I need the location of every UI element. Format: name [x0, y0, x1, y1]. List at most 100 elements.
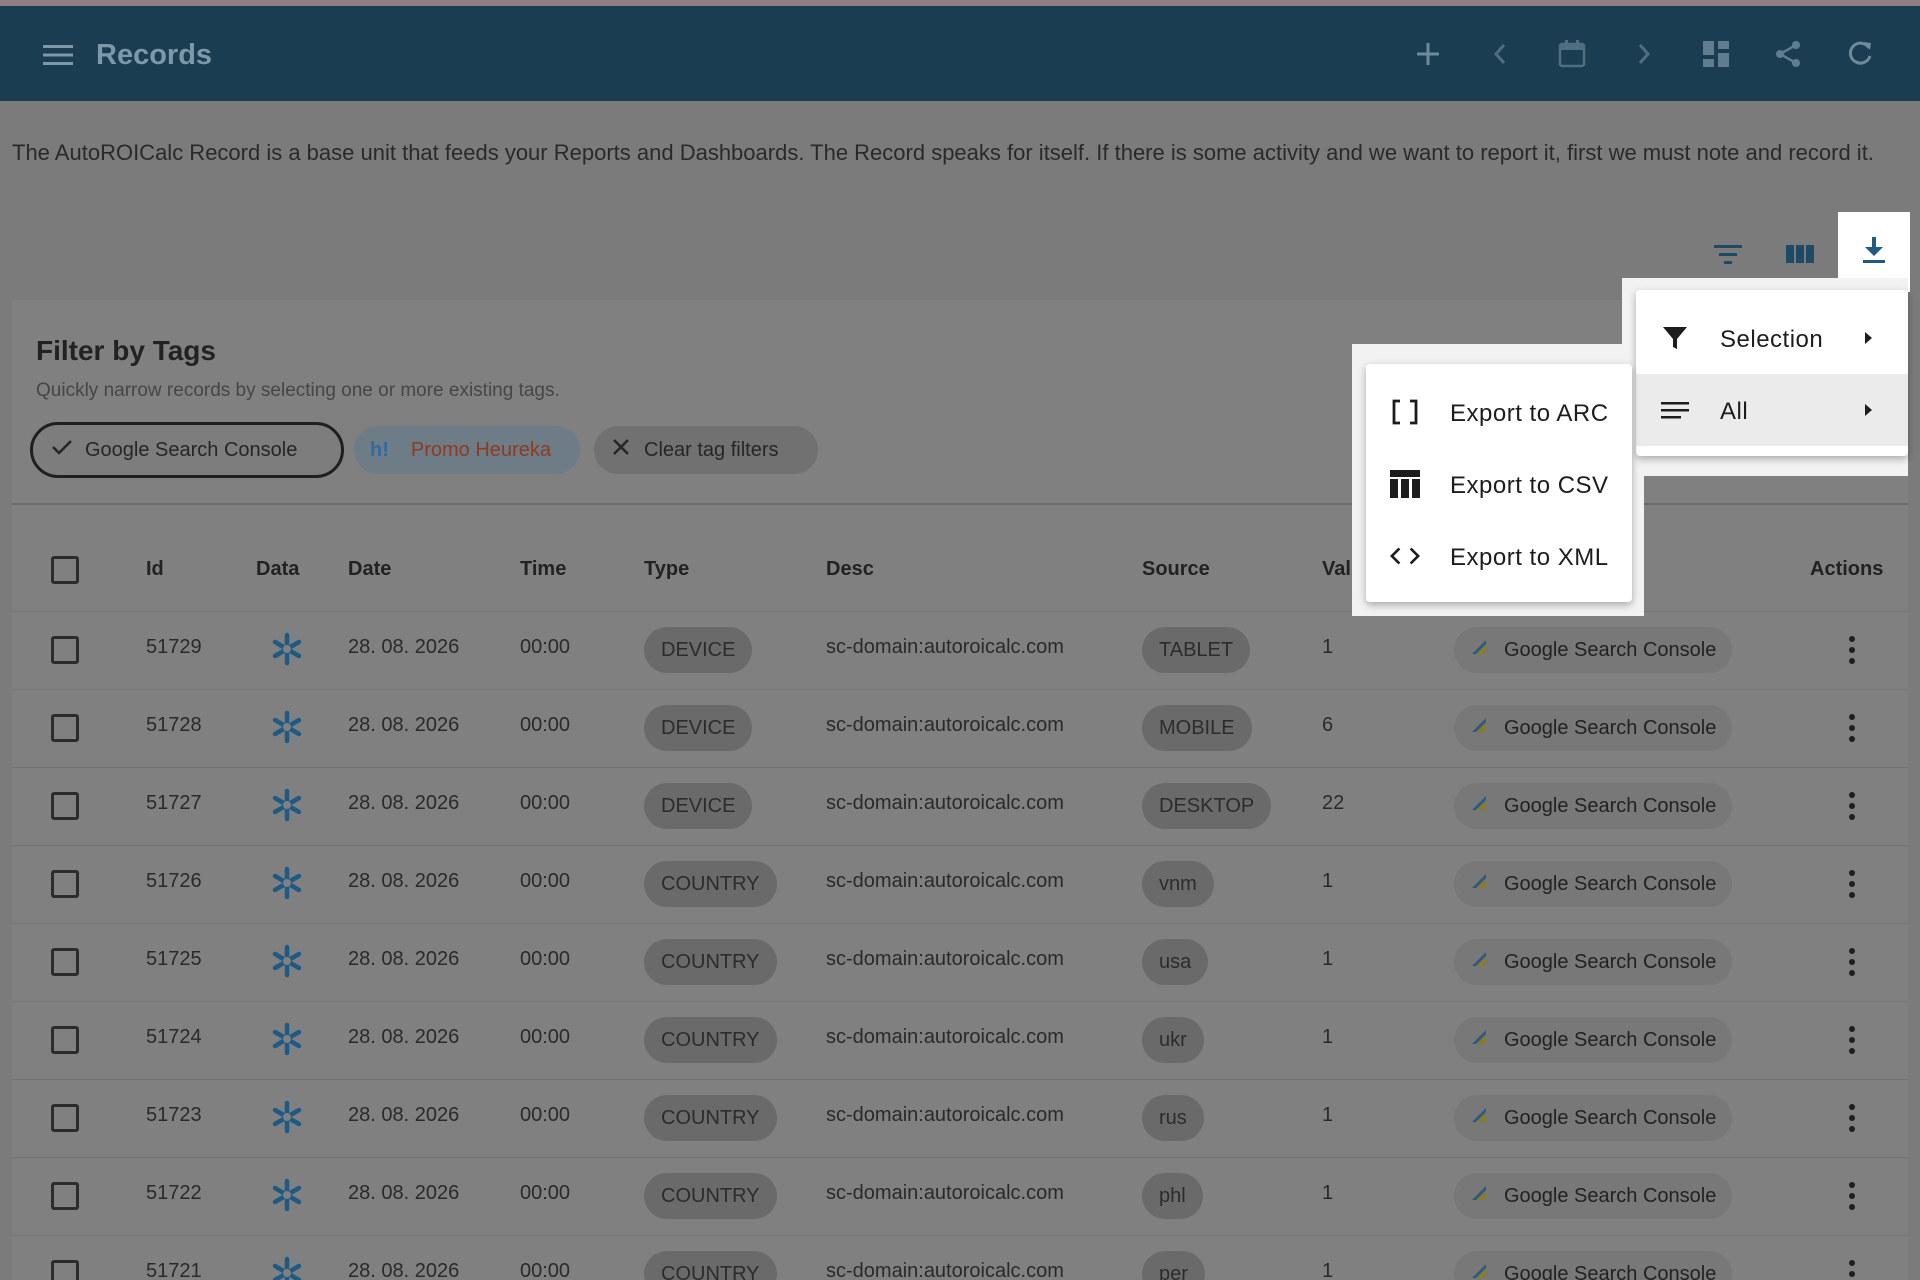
more-actions-icon[interactable]	[1842, 1102, 1862, 1134]
google-search-console-icon	[1470, 638, 1488, 662]
table-row[interactable]: 51727 28. 08. 2026 00:00 DEVICE sc-domai…	[12, 767, 1908, 845]
more-actions-icon[interactable]	[1842, 712, 1862, 744]
clear-tag-filters-button[interactable]: Clear tag filters	[594, 426, 818, 474]
calendar-icon[interactable]	[1554, 36, 1590, 72]
column-header-date[interactable]: Date	[348, 558, 391, 581]
tag-badge[interactable]: Google Search Console	[1454, 1251, 1733, 1280]
column-header-id[interactable]: Id	[146, 558, 164, 581]
columns-icon[interactable]	[1778, 236, 1822, 272]
google-search-console-icon	[1470, 872, 1488, 896]
table-row[interactable]: 51728 28. 08. 2026 00:00 DEVICE sc-domai…	[12, 689, 1908, 767]
column-header-desc[interactable]: Desc	[826, 558, 874, 581]
table-row[interactable]: 51729 28. 08. 2026 00:00 DEVICE sc-domai…	[12, 611, 1908, 689]
tag-label: Google Search Console	[1504, 1106, 1717, 1129]
row-checkbox[interactable]	[51, 948, 79, 976]
tag-badge[interactable]: Google Search Console	[1454, 939, 1733, 985]
more-actions-icon[interactable]	[1842, 1258, 1862, 1280]
chevron-left-icon[interactable]	[1482, 36, 1518, 72]
cell-id: 51726	[146, 870, 202, 892]
cell-value: 1	[1322, 1260, 1334, 1280]
cell-time: 00:00	[520, 714, 571, 736]
chip-label: Promo Heureka	[410, 438, 551, 461]
tag-label: Google Search Console	[1504, 872, 1717, 895]
check-icon	[51, 438, 73, 462]
tag-label: Google Search Console	[1504, 1184, 1717, 1207]
tag-chip-promo-heureka[interactable]: h! Promo Heureka	[354, 426, 580, 474]
cell-value: 22	[1322, 792, 1345, 814]
lines-icon	[1660, 396, 1690, 424]
asterisk-icon	[270, 1100, 304, 1139]
table-row[interactable]: 51726 28. 08. 2026 00:00 COUNTRY sc-doma…	[12, 845, 1908, 923]
tag-badge[interactable]: Google Search Console	[1454, 1017, 1733, 1063]
tag-badge[interactable]: Google Search Console	[1454, 1173, 1733, 1219]
cell-id: 51729	[146, 636, 202, 658]
cell-value: 1	[1322, 948, 1334, 970]
row-checkbox[interactable]	[51, 1026, 79, 1054]
refresh-icon[interactable]	[1842, 36, 1878, 72]
code-icon	[1390, 542, 1420, 570]
tag-badge[interactable]: Google Search Console	[1454, 861, 1733, 907]
tag-badge[interactable]: Google Search Console	[1454, 705, 1733, 751]
cell-time: 00:00	[520, 1026, 571, 1048]
cell-time: 00:00	[520, 636, 571, 658]
column-header-time[interactable]: Time	[520, 558, 566, 581]
more-actions-icon[interactable]	[1842, 634, 1862, 666]
asterisk-icon	[270, 632, 304, 671]
table-row[interactable]: 51724 28. 08. 2026 00:00 COUNTRY sc-doma…	[12, 1001, 1908, 1079]
cell-time: 00:00	[520, 1182, 571, 1204]
row-checkbox[interactable]	[51, 1182, 79, 1210]
cell-id: 51723	[146, 1104, 202, 1126]
menu-item-export-xml[interactable]: Export to XML	[1366, 520, 1632, 592]
more-actions-icon[interactable]	[1842, 790, 1862, 822]
select-all-checkbox[interactable]	[51, 556, 79, 584]
more-actions-icon[interactable]	[1842, 946, 1862, 978]
menu-item-selection[interactable]: Selection	[1636, 302, 1908, 374]
asterisk-icon	[270, 1256, 304, 1280]
cell-date: 28. 08. 2026	[348, 1260, 460, 1280]
row-checkbox[interactable]	[51, 1260, 79, 1280]
chip-label: Google Search Console	[85, 438, 298, 461]
table-row[interactable]: 51723 28. 08. 2026 00:00 COUNTRY sc-doma…	[12, 1079, 1908, 1157]
menu-item-export-arc[interactable]: Export to ARC	[1366, 376, 1632, 448]
filter-subtitle: Quickly narrow records by selecting one …	[36, 380, 560, 401]
table-row[interactable]: 51722 28. 08. 2026 00:00 COUNTRY sc-doma…	[12, 1157, 1908, 1235]
tag-badge[interactable]: Google Search Console	[1454, 1095, 1733, 1141]
tag-badge[interactable]: Google Search Console	[1454, 783, 1733, 829]
google-search-console-icon	[1470, 950, 1488, 974]
tag-badge[interactable]: Google Search Console	[1454, 627, 1733, 673]
more-actions-icon[interactable]	[1842, 868, 1862, 900]
row-checkbox[interactable]	[51, 792, 79, 820]
source-badge: ukr	[1142, 1017, 1204, 1063]
row-checkbox[interactable]	[51, 714, 79, 742]
menu-icon[interactable]	[40, 40, 76, 70]
table-row[interactable]: 51721 28. 08. 2026 00:00 COUNTRY sc-doma…	[12, 1235, 1908, 1280]
table-row[interactable]: 51725 28. 08. 2026 00:00 COUNTRY sc-doma…	[12, 923, 1908, 1001]
chevron-right-icon[interactable]	[1626, 36, 1662, 72]
asterisk-icon	[270, 1022, 304, 1061]
more-actions-icon[interactable]	[1842, 1024, 1862, 1056]
type-badge: COUNTRY	[644, 1017, 777, 1063]
menu-item-all[interactable]: All	[1636, 374, 1908, 446]
type-badge: DEVICE	[644, 705, 753, 751]
menu-item-export-csv[interactable]: Export to CSV	[1366, 448, 1632, 520]
filter-icon[interactable]	[1706, 236, 1750, 272]
dashboard-icon[interactable]	[1698, 36, 1734, 72]
cell-value: 1	[1322, 1026, 1334, 1048]
source-badge: TABLET	[1142, 627, 1251, 673]
cell-id: 51721	[146, 1260, 202, 1280]
add-icon[interactable]	[1410, 36, 1446, 72]
google-search-console-icon	[1470, 716, 1488, 740]
row-checkbox[interactable]	[51, 870, 79, 898]
column-header-type[interactable]: Type	[644, 558, 689, 581]
cell-id: 51722	[146, 1182, 202, 1204]
column-header-data[interactable]: Data	[256, 558, 299, 581]
download-menu: Selection All	[1636, 290, 1908, 456]
menu-item-label: Export to ARC	[1450, 400, 1609, 427]
row-checkbox[interactable]	[51, 636, 79, 664]
google-search-console-icon	[1470, 1184, 1488, 1208]
more-actions-icon[interactable]	[1842, 1180, 1862, 1212]
share-icon[interactable]	[1770, 36, 1806, 72]
tag-chip-google-search-console[interactable]: Google Search Console	[30, 422, 344, 478]
row-checkbox[interactable]	[51, 1104, 79, 1132]
column-header-source[interactable]: Source	[1142, 558, 1210, 581]
